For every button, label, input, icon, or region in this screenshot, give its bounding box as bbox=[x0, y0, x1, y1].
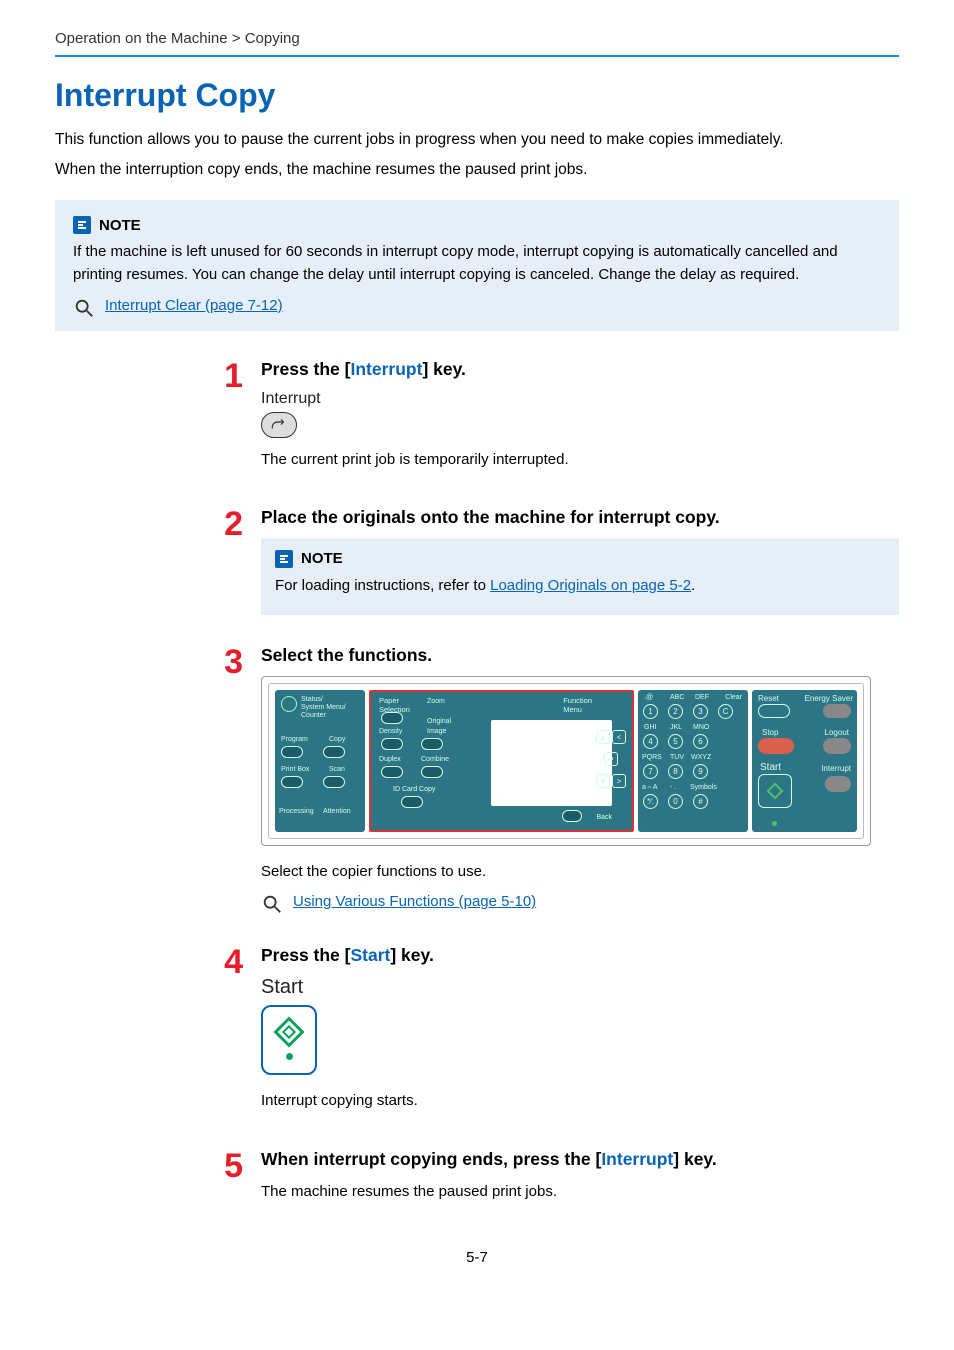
step-2-note-body: For loading instructions, refer to Loadi… bbox=[275, 574, 885, 597]
step-number: 1 bbox=[215, 359, 243, 393]
step-4: 4 Press the [Start] key. Start Interrupt… bbox=[215, 945, 899, 1118]
control-panel-figure: Status/ System Menu/ Counter Program Cop… bbox=[261, 676, 871, 846]
interrupt-key-icon bbox=[261, 412, 297, 438]
note-heading: NOTE bbox=[301, 550, 343, 567]
step-2-title: Place the originals onto the machine for… bbox=[261, 507, 899, 528]
step-2: 2 Place the originals onto the machine f… bbox=[215, 507, 899, 615]
step-2-note: NOTE For loading instructions, refer to … bbox=[261, 538, 899, 615]
interrupt-key-figure: Interrupt bbox=[261, 390, 899, 438]
note-heading: NOTE bbox=[99, 217, 141, 234]
start-key-icon bbox=[261, 1005, 317, 1075]
panel-keypad-zone: Clear .@ ABC DEF 1 2 3 C GHI JKL MNO 4 bbox=[638, 690, 748, 832]
step-3-title: Select the functions. bbox=[261, 645, 899, 666]
note-box: NOTE If the machine is left unused for 6… bbox=[55, 200, 899, 331]
step-1-title: Press the [Interrupt] key. bbox=[261, 359, 899, 380]
interrupt-key-label: Interrupt bbox=[261, 390, 899, 408]
step-1-text: The current print job is temporarily int… bbox=[261, 448, 899, 471]
step-4-text: Interrupt copying starts. bbox=[261, 1089, 899, 1112]
page-number: 5-7 bbox=[55, 1249, 899, 1266]
note-icon bbox=[275, 550, 293, 568]
panel-mid-zone: PaperSelection Zoom FunctionMenu Origina… bbox=[369, 690, 634, 832]
loading-originals-link[interactable]: Loading Originals on page 5-2 bbox=[490, 577, 691, 594]
step-4-title: Press the [Start] key. bbox=[261, 945, 899, 966]
step-number: 5 bbox=[215, 1149, 243, 1183]
start-key-label: Start bbox=[261, 976, 899, 999]
step-3-text: Select the copier functions to use. bbox=[261, 860, 899, 883]
step-1: 1 Press the [Interrupt] key. Interrupt T… bbox=[215, 359, 899, 477]
panel-right-zone: Reset Energy Saver Stop Logout Start Int… bbox=[752, 690, 857, 832]
page-title: Interrupt Copy bbox=[55, 77, 899, 114]
interrupt-clear-link[interactable]: Interrupt Clear (page 7-12) bbox=[105, 297, 283, 314]
step-number: 4 bbox=[215, 945, 243, 979]
step-5-title: When interrupt copying ends, press the [… bbox=[261, 1149, 899, 1170]
step-number: 2 bbox=[215, 507, 243, 541]
step-3: 3 Select the functions. Status/ System M… bbox=[215, 645, 899, 915]
step-5-text: The machine resumes the paused print job… bbox=[261, 1180, 899, 1203]
panel-left-zone: Status/ System Menu/ Counter Program Cop… bbox=[275, 690, 365, 832]
intro-line-1: This function allows you to pause the cu… bbox=[55, 128, 899, 152]
step-5: 5 When interrupt copying ends, press the… bbox=[215, 1149, 899, 1209]
note-body: If the machine is left unused for 60 sec… bbox=[73, 240, 881, 287]
magnifier-icon bbox=[261, 893, 283, 915]
start-key-figure: Start bbox=[261, 976, 899, 1075]
intro-line-2: When the interruption copy ends, the mac… bbox=[55, 158, 899, 182]
breadcrumb: Operation on the Machine > Copying bbox=[55, 30, 899, 55]
magnifier-icon bbox=[73, 297, 95, 319]
using-functions-link[interactable]: Using Various Functions (page 5-10) bbox=[293, 893, 536, 910]
divider bbox=[55, 55, 899, 57]
step-number: 3 bbox=[215, 645, 243, 679]
note-icon bbox=[73, 216, 91, 234]
